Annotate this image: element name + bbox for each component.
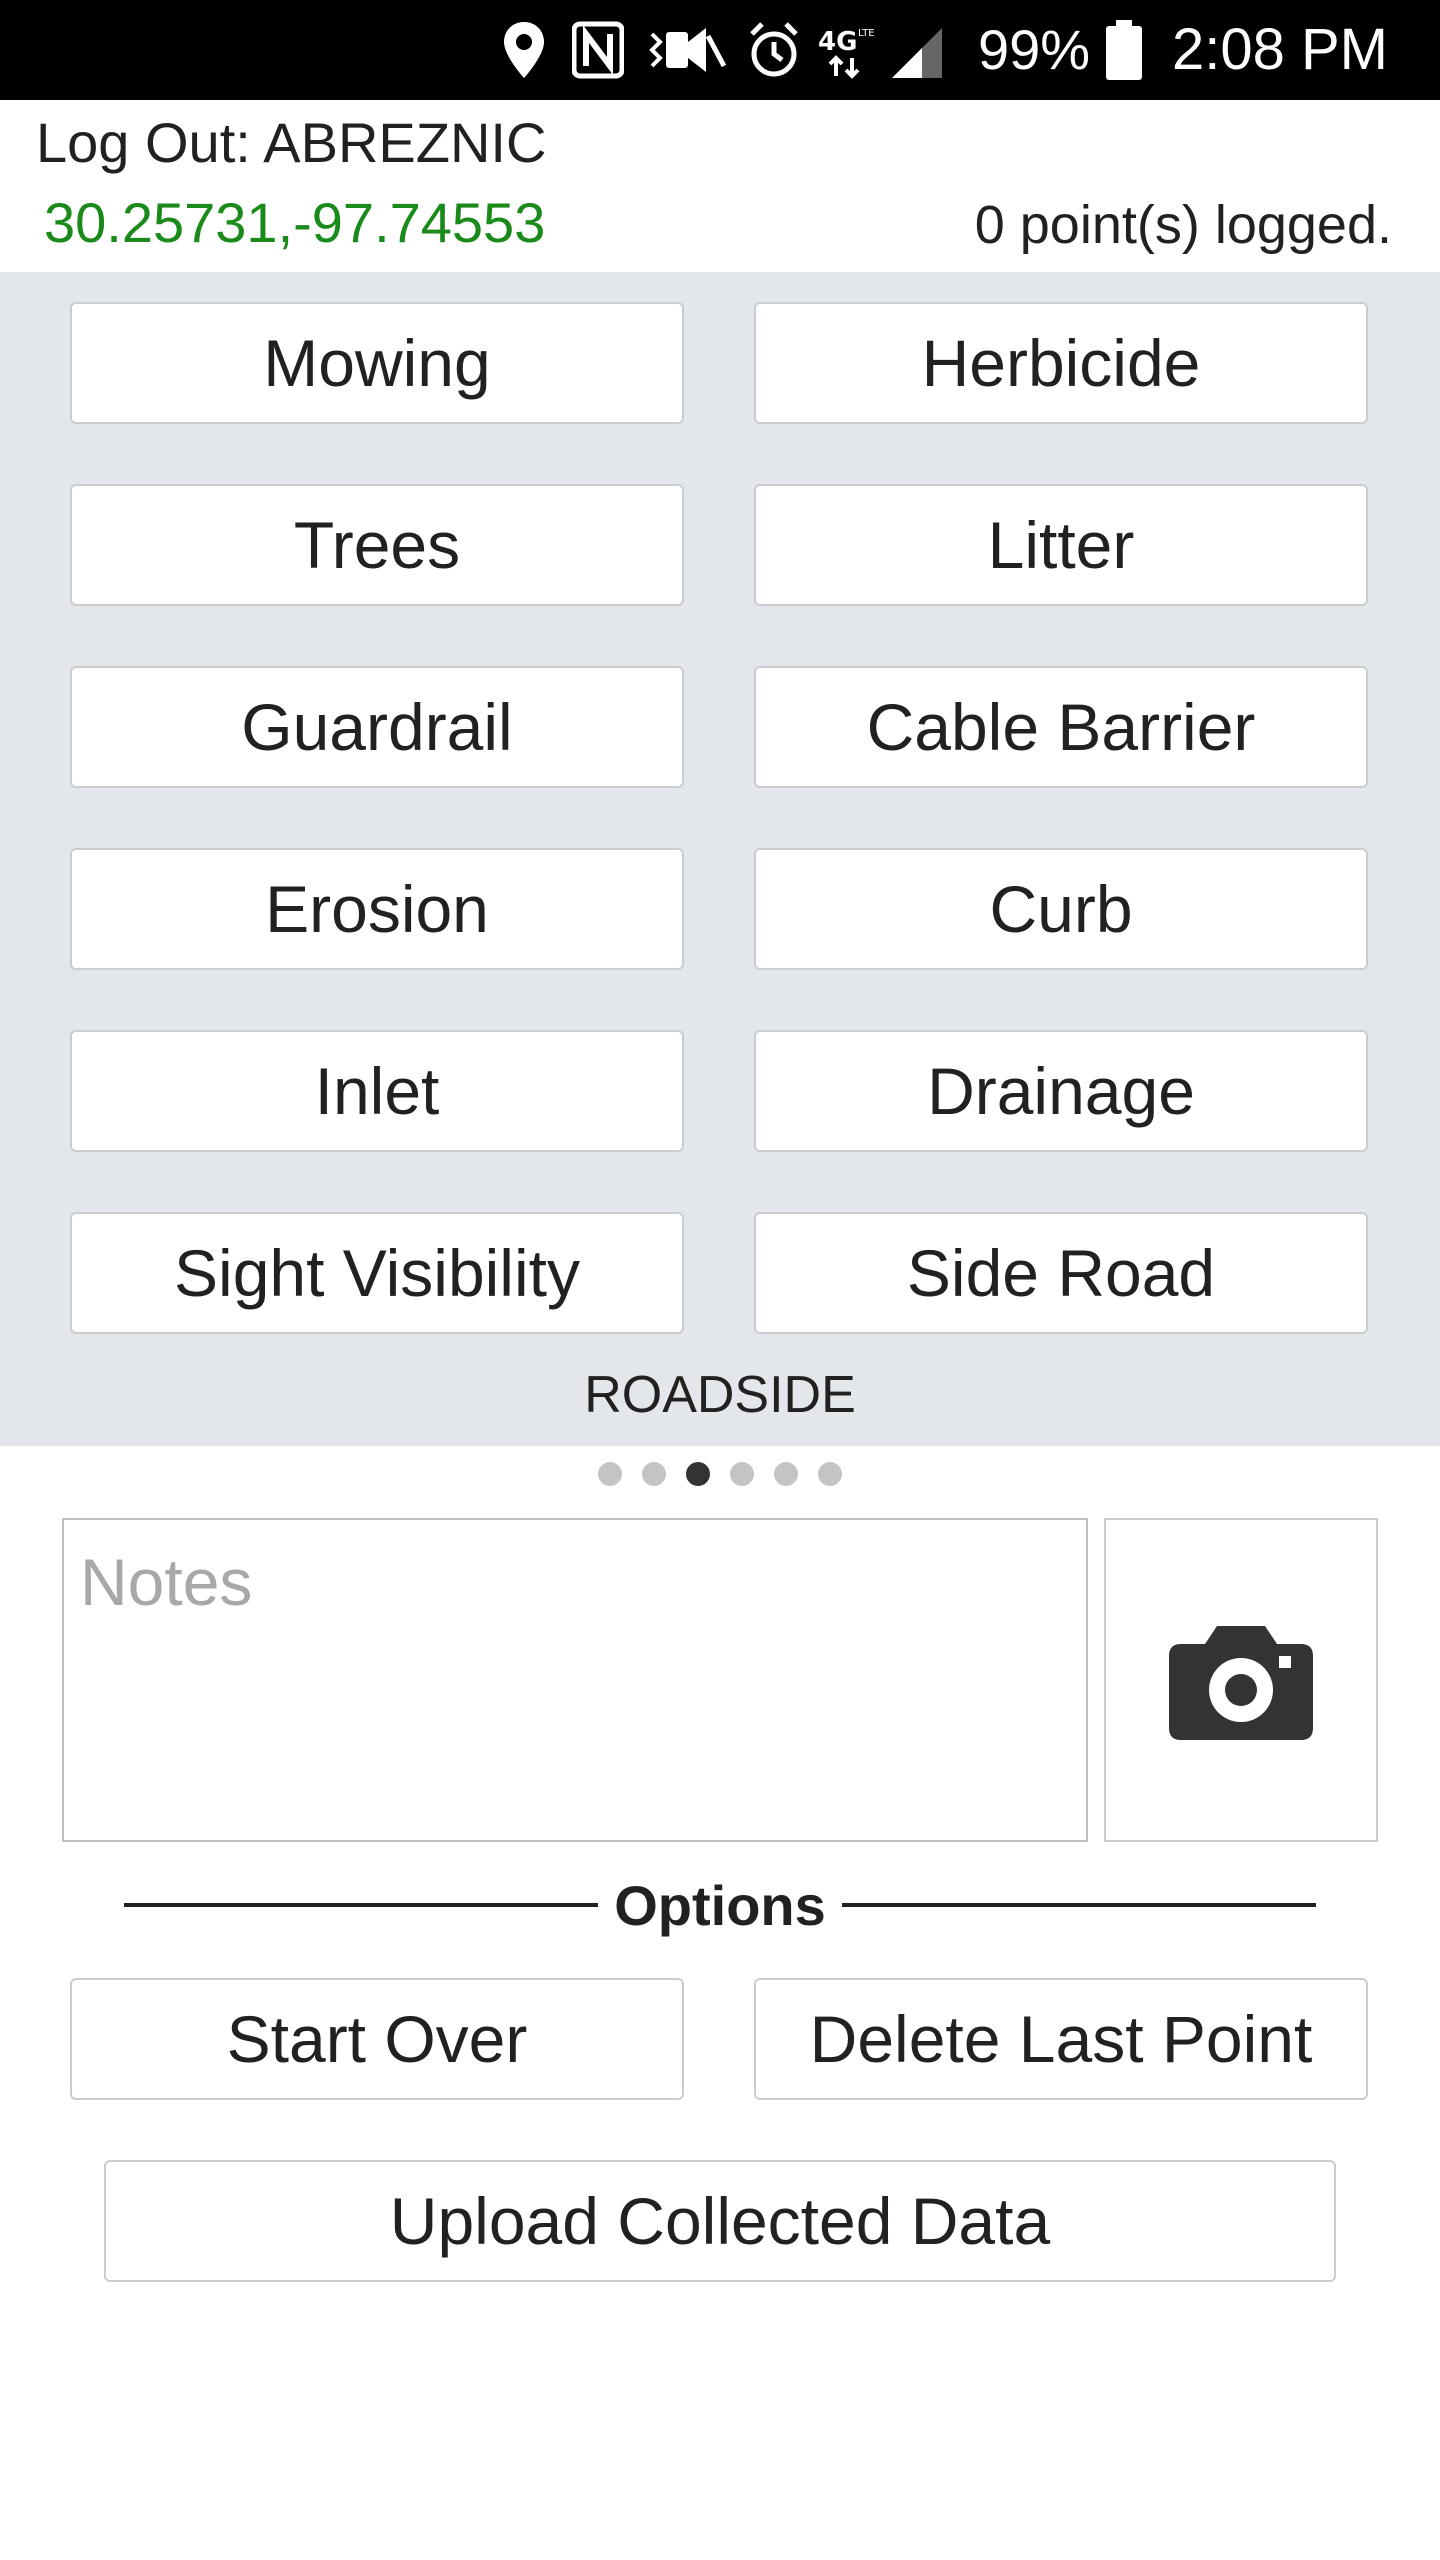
vibrate-icon [649, 28, 727, 72]
signal-icon [892, 28, 942, 78]
points-logged-count: 0 point(s) logged. [974, 195, 1392, 255]
sight-visibility-button[interactable]: Sight Visibility [70, 1212, 684, 1334]
cable-barrier-button[interactable]: Cable Barrier [754, 666, 1368, 788]
status-clock: 2:08 PM [1172, 17, 1388, 82]
4g-lte-icon: 4G LTE [818, 27, 875, 79]
page-dot[interactable] [818, 1462, 842, 1486]
page-dot-active[interactable] [686, 1462, 710, 1486]
page-dot[interactable] [642, 1462, 666, 1486]
svg-text:4G: 4G [818, 27, 857, 57]
drainage-button[interactable]: Drainage [754, 1030, 1368, 1152]
page-dot[interactable] [774, 1462, 798, 1486]
page-dot[interactable] [598, 1462, 622, 1486]
notes-input[interactable] [62, 1518, 1088, 1842]
trees-button[interactable]: Trees [70, 484, 684, 606]
alarm-icon [750, 22, 798, 77]
category-group-label: ROADSIDE [584, 1366, 856, 1424]
status-bar: 4G LTE 99% 2:08 PM [0, 0, 1440, 100]
logout-link[interactable]: Log Out: ABREZNIC [36, 110, 546, 176]
herbicide-button[interactable]: Herbicide [754, 302, 1368, 424]
camera-button[interactable] [1104, 1518, 1378, 1842]
mowing-button[interactable]: Mowing [70, 302, 684, 424]
camera-icon [1169, 1626, 1313, 1740]
divider-line [841, 1903, 1316, 1907]
page-indicator[interactable] [0, 1462, 1440, 1486]
inlet-button[interactable]: Inlet [70, 1030, 684, 1152]
side-road-button[interactable]: Side Road [754, 1212, 1368, 1334]
litter-button[interactable]: Litter [754, 484, 1368, 606]
erosion-button[interactable]: Erosion [70, 848, 684, 970]
battery-icon [1106, 20, 1142, 80]
start-over-button[interactable]: Start Over [70, 1978, 684, 2100]
page-dot[interactable] [730, 1462, 754, 1486]
delete-last-point-button[interactable]: Delete Last Point [754, 1978, 1368, 2100]
category-panel[interactable]: Mowing Herbicide Trees Litter Guardrail … [0, 272, 1440, 1446]
divider-line [124, 1903, 599, 1907]
battery-percent: 99% [978, 18, 1091, 81]
header: Log Out: ABREZNIC 30.25731,-97.74553 0 p… [0, 100, 1440, 272]
options-heading: Options [614, 1873, 826, 1937]
curb-button[interactable]: Curb [754, 848, 1368, 970]
nfc-icon [572, 21, 624, 79]
svg-text:LTE: LTE [858, 28, 875, 39]
location-icon [504, 22, 544, 78]
gps-coordinates: 30.25731,-97.74553 [44, 191, 546, 254]
options-divider: Options [124, 1870, 1316, 1940]
guardrail-button[interactable]: Guardrail [70, 666, 684, 788]
upload-collected-data-button[interactable]: Upload Collected Data [104, 2160, 1336, 2282]
